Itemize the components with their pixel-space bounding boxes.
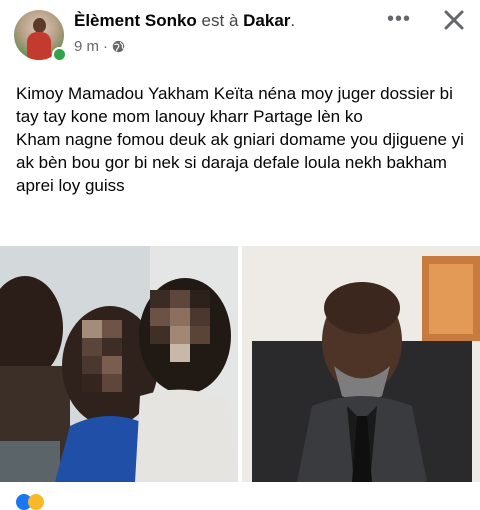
location-link[interactable]: Dakar <box>243 11 290 30</box>
post-photo-left[interactable] <box>0 246 238 482</box>
reaction-icons[interactable] <box>16 490 76 510</box>
location-suffix: . <box>290 11 296 30</box>
post-timestamp[interactable]: 9 m <box>74 38 99 55</box>
avatar-figure-head <box>33 18 46 33</box>
post-paragraph-1: Kimoy Mamadou Yakham Keïta néna moy juge… <box>16 84 453 126</box>
photo-left-image <box>0 246 238 482</box>
close-icon <box>444 10 464 30</box>
post-text: Kimoy Mamadou Yakham Keïta néna moy juge… <box>16 82 466 197</box>
online-status-dot <box>52 47 67 62</box>
post-meta: 9 m · <box>74 38 125 55</box>
photo-grid <box>0 246 480 482</box>
post-header: Èlèment Sonko est à Dakar. 9 m · ••• <box>0 0 480 68</box>
photo-right-image <box>242 246 480 482</box>
author-name[interactable]: Èlèment Sonko <box>74 11 197 30</box>
author-avatar[interactable] <box>14 10 67 62</box>
globe-icon[interactable] <box>112 40 125 53</box>
post-photo-right[interactable] <box>242 246 480 482</box>
more-options-button[interactable]: ••• <box>382 8 416 34</box>
close-button[interactable] <box>440 6 468 34</box>
location-prefix: est à <box>201 11 239 30</box>
love-reaction-icon <box>28 494 44 510</box>
avatar-figure-body <box>27 32 51 60</box>
author-line: Èlèment Sonko est à Dakar. <box>74 11 295 31</box>
post-paragraph-2: Kham nagne fomou deuk ak gniari domame y… <box>16 130 464 195</box>
meta-separator: · <box>103 38 109 55</box>
